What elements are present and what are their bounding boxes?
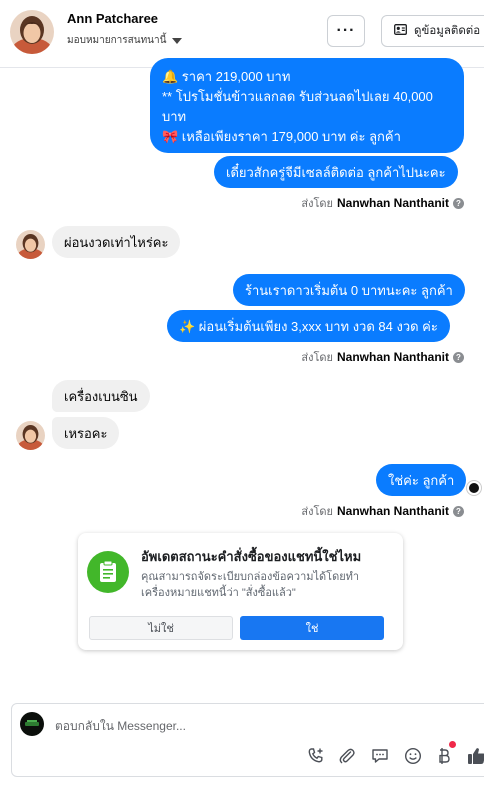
assign-conversation-dropdown[interactable]: มอบหมายการสนทนานี้ [67, 33, 183, 48]
thumbs-up-icon[interactable] [465, 744, 484, 768]
seen-avatar-icon [467, 481, 481, 495]
outgoing-message-price[interactable]: 🔔 ราคา 219,000 บาท ** โปรโมชั่นข้าวแลกลด… [150, 58, 464, 153]
view-contact-info-button[interactable]: ดูข้อมูลติดต่อ [381, 15, 484, 47]
sent-by-agent: Nanwhan Nanthanit [336, 350, 449, 364]
contact-avatar-small[interactable] [16, 421, 45, 450]
contact-info-label: ดูข้อมูลติดต่อ [414, 25, 481, 37]
sent-by-agent: Nanwhan Nanthanit [336, 504, 449, 518]
message-line: 🔔 ราคา 219,000 บาท [162, 69, 291, 84]
reply-input[interactable]: ตอบกลับใน Messenger... [55, 717, 186, 736]
outgoing-message[interactable]: ใช่ค่ะ ลูกค้า [376, 464, 467, 496]
card-description: คุณสามารถจัดระเบียบกล่องข้อความได้โดยทำเ… [141, 571, 360, 599]
order-clipboard-icon [87, 551, 129, 593]
sent-by-prefix: ส่งโดย [301, 198, 333, 210]
incoming-message[interactable]: ผ่อนงวดเท่าไหร่คะ [52, 226, 181, 258]
incoming-message[interactable]: เครื่องเบนซิน [52, 380, 150, 412]
yes-button[interactable]: ใช่ [240, 616, 384, 640]
assign-label: มอบหมายการสนทนานี้ [67, 35, 167, 46]
outgoing-message[interactable]: ร้านเราดาวเริ่มต้น 0 บาทนะคะ ลูกค้า [233, 274, 465, 306]
sent-by-prefix: ส่งโดย [301, 506, 333, 518]
message-line: 🎀 เหลือเพียงราคา 179,000 บาท ค่ะ ลูกค้า [162, 129, 401, 144]
message-text: เดี๋ยวสักครู่จีมีเซลล์ติดต่อ ลูกค้าไปนะค… [226, 165, 446, 180]
message-text: เครื่องเบนซิน [64, 389, 138, 404]
outgoing-message[interactable]: เดี๋ยวสักครู่จีมีเซลล์ติดต่อ ลูกค้าไปนะค… [214, 156, 458, 188]
attach-icon[interactable] [335, 744, 359, 768]
message-text: ผ่อนงวดเท่าไหร่คะ [64, 235, 169, 250]
help-icon[interactable]: ? [453, 351, 464, 363]
saved-reply-icon[interactable] [368, 744, 392, 768]
no-button[interactable]: ไม่ใช่ [89, 616, 233, 640]
add-call-icon[interactable] [304, 744, 328, 768]
sent-by-label: ส่งโดย Nanwhan Nanthanit ? [301, 502, 464, 520]
sent-by-agent: Nanwhan Nanthanit [336, 196, 449, 210]
page-avatar [20, 712, 44, 736]
help-icon[interactable]: ? [453, 197, 464, 209]
contact-card-icon [394, 24, 407, 38]
message-text: ร้านเราดาวเริ่มต้น 0 บาทนะคะ ลูกค้า [245, 283, 453, 298]
sent-by-label: ส่งโดย Nanwhan Nanthanit ? [301, 348, 464, 366]
order-status-prompt-card: อัพเดตสถานะคำสั่งซื้อของแชทนี้ใช่ไหม คุณ… [78, 533, 403, 650]
help-icon[interactable]: ? [453, 505, 464, 517]
outgoing-message[interactable]: ✨ ผ่อนเริ่มต้นเพียง 3,xxx บาท งวด 84 งวด… [167, 310, 450, 342]
emoji-icon[interactable] [401, 744, 425, 768]
contact-avatar[interactable] [10, 10, 54, 54]
message-line: บาท [162, 109, 187, 124]
message-text: ✨ ผ่อนเริ่มต้นเพียง 3,xxx บาท งวด 84 งวด… [179, 319, 438, 334]
more-options-button[interactable]: ··· [327, 15, 365, 47]
message-text: ใช่ค่ะ ลูกค้า [388, 473, 455, 488]
contact-avatar-small[interactable] [16, 230, 45, 259]
more-icon: ··· [336, 22, 356, 39]
card-title: อัพเดตสถานะคำสั่งซื้อของแชทนี้ใช่ไหม [141, 549, 362, 564]
chevron-down-icon [172, 37, 183, 44]
incoming-message[interactable]: เหรอคะ [52, 417, 120, 449]
contact-name: Ann Patcharee [67, 11, 159, 26]
notification-dot [449, 741, 456, 748]
sent-by-label: ส่งโดย Nanwhan Nanthanit ? [301, 194, 464, 212]
sent-by-prefix: ส่งโดย [301, 352, 333, 364]
message-line: ** โปรโมชั่นข้าวแลกลด รับส่วนลดไปเลย 40,… [162, 89, 433, 104]
message-text: เหรอคะ [64, 426, 108, 441]
reply-composer: ตอบกลับใน Messenger... [11, 703, 484, 777]
